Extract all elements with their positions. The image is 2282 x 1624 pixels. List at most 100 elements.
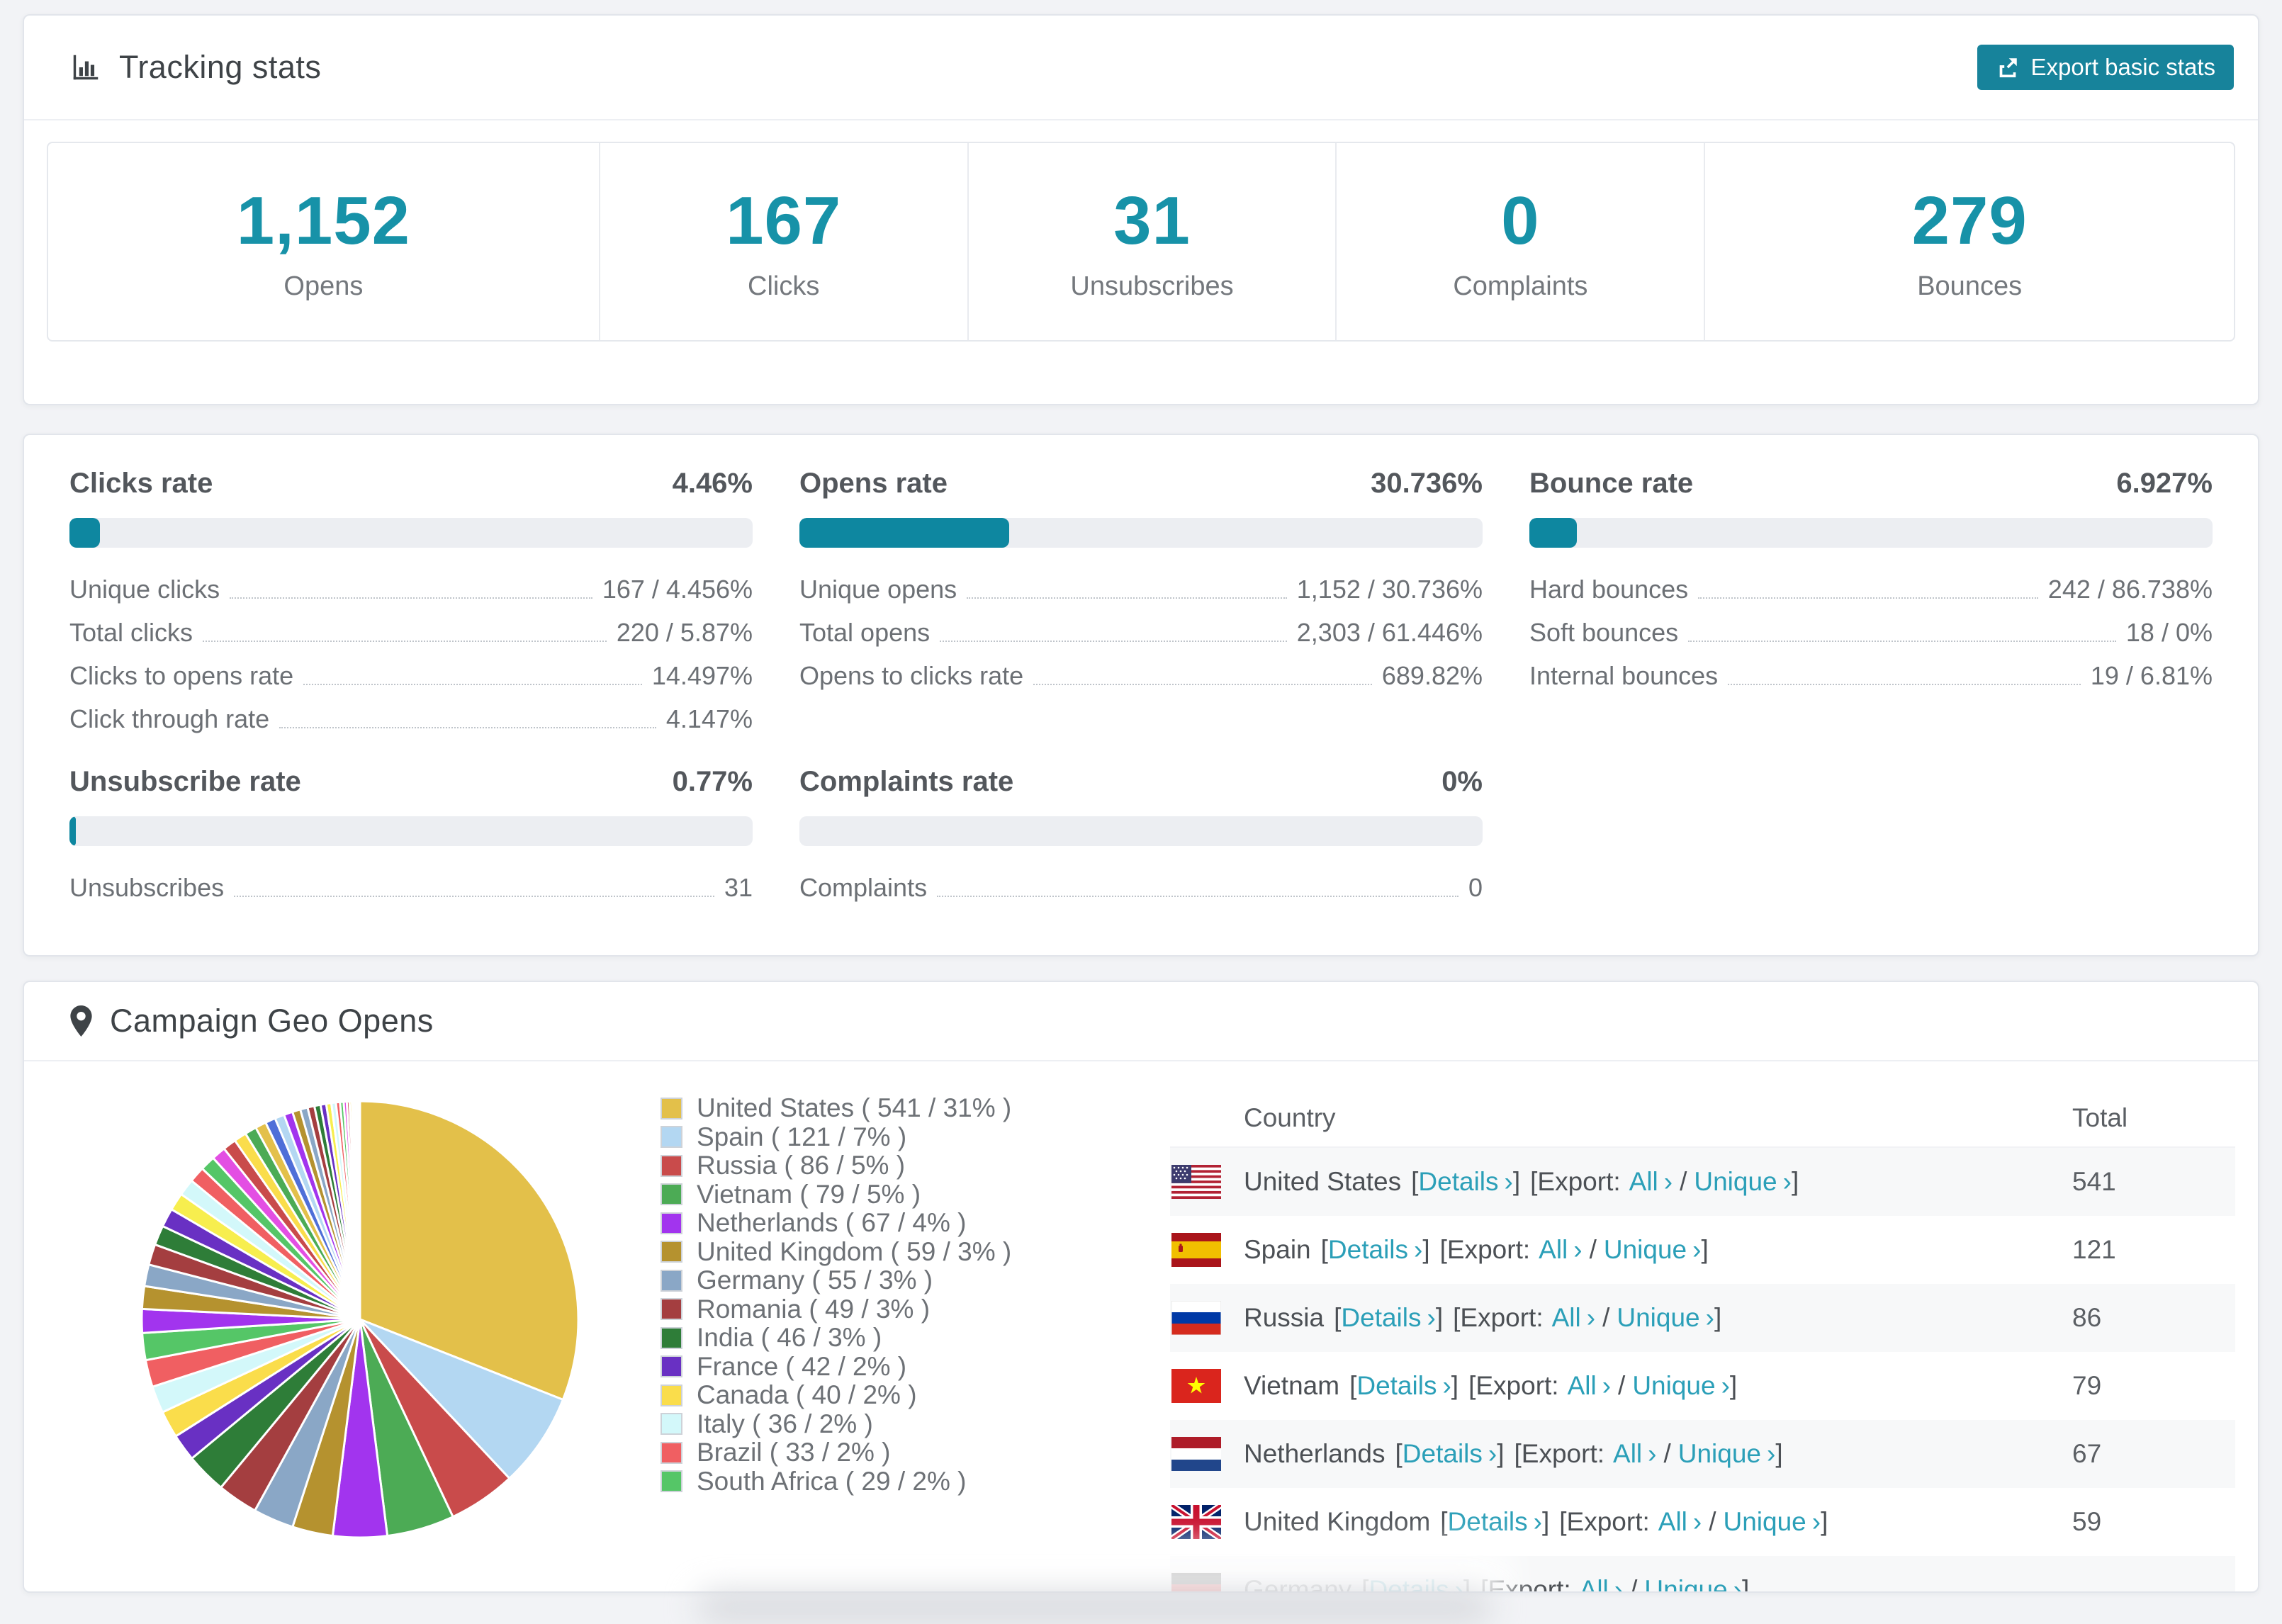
legend-item: Romania ( 49 / 3% ): [661, 1295, 1011, 1324]
details-link[interactable]: Details: [1341, 1303, 1421, 1332]
opens-rate-progress-bar: [799, 518, 1483, 548]
legend-swatch: [661, 1355, 682, 1378]
germany-flag-icon: [1171, 1573, 1221, 1591]
legend-swatch: [661, 1384, 682, 1406]
details-link[interactable]: Details: [1368, 1575, 1449, 1591]
complaints-label: Complaints: [1453, 271, 1588, 301]
details-link[interactable]: Details: [1418, 1167, 1498, 1196]
export-icon: [1996, 55, 2020, 79]
geo-opens-pie-chart[interactable]: [139, 1098, 581, 1540]
export-all-link[interactable]: All: [1552, 1303, 1581, 1332]
rates-card: Clicks rate 4.46% Unique clicks 167 / 4.4…: [23, 434, 2259, 957]
export-unique-link[interactable]: Unique: [1604, 1235, 1687, 1264]
legend-item: United Kingdom ( 59 / 3% ): [661, 1237, 1011, 1267]
legend-swatch: [661, 1212, 682, 1234]
table-row: Vietnam [Details ›] [Export: All › / Unique ›] 7…: [1170, 1352, 2235, 1420]
table-row: United Kingdom [Details ›] [Export: All › / Uni…: [1170, 1488, 2235, 1556]
export-basic-stats-button[interactable]: Export basic stats: [1977, 45, 2234, 90]
stat-box-unsubscribes: 31 Unsubscribes: [967, 143, 1336, 340]
geo-header: Campaign Geo Opens: [24, 982, 2258, 1061]
stat-row: Complaints 0: [799, 873, 1483, 902]
stat-box-opens: 1,152 Opens: [48, 143, 599, 340]
clicks-label: Clicks: [748, 271, 820, 301]
opens-rate-section: Opens rate 30.736% Unique opens 1,152 / 3…: [799, 468, 1483, 735]
export-unique-link[interactable]: Unique: [1617, 1303, 1699, 1332]
legend-item: United States ( 541 / 31% ): [661, 1093, 1011, 1123]
export-unique-link[interactable]: Unique: [1678, 1439, 1761, 1468]
export-unique-link[interactable]: Unique: [1724, 1507, 1806, 1536]
clicks-rate-title: Clicks rate: [69, 468, 213, 499]
vietnam-flag-icon: [1171, 1369, 1221, 1403]
stat-row: Total clicks 220 / 5.87%: [69, 618, 753, 647]
legend-item: Canada ( 40 / 2% ): [661, 1380, 1011, 1410]
legend-swatch: [661, 1298, 682, 1321]
complaints-count: 0: [1501, 182, 1540, 259]
export-unique-link[interactable]: Unique: [1644, 1575, 1727, 1591]
export-unique-link[interactable]: Unique: [1632, 1371, 1715, 1400]
rates-band-2: Unsubscribe rate 0.77% Unsubscribes 31 Co…: [69, 766, 2213, 903]
export-all-link[interactable]: All: [1580, 1575, 1609, 1591]
legend-swatch: [661, 1241, 682, 1263]
stat-row: Hard bounces 242 / 86.738%: [1529, 575, 2213, 604]
table-row: Russia [Details ›] [Export: All › / Unique ›] 86: [1170, 1284, 2235, 1352]
legend-item: South Africa ( 29 / 2% ): [661, 1467, 1011, 1496]
tracking-stats-card: Tracking stats Export basic stats 1,152 …: [23, 14, 2259, 405]
stat-row: Internal bounces 19 / 6.81%: [1529, 661, 2213, 690]
page-title: Tracking stats: [119, 49, 322, 85]
details-link[interactable]: Details: [1403, 1439, 1483, 1468]
clicks-rate-section: Clicks rate 4.46% Unique clicks 167 / 4.4…: [69, 468, 753, 735]
table-row: United States [Details ›] [Export: All › / Uniq…: [1170, 1148, 2235, 1216]
bounce-rate-value: 6.927%: [2116, 468, 2213, 499]
legend-swatch: [661, 1183, 682, 1206]
blurred-footer-smudge: [698, 1591, 1492, 1624]
bounce-rate-title: Bounce rate: [1529, 468, 1694, 499]
stat-row: Unsubscribes 31: [69, 873, 753, 902]
tracking-stats-header: Tracking stats Export basic stats: [24, 16, 2258, 120]
legend-item: Vietnam ( 79 / 5% ): [661, 1180, 1011, 1209]
bounce-rate-progress-bar: [1529, 518, 2213, 548]
total-column-header: Total: [2072, 1103, 2128, 1132]
legend-swatch: [661, 1470, 682, 1493]
export-all-link[interactable]: All: [1539, 1235, 1568, 1264]
legend-swatch: [661, 1126, 682, 1149]
opens-rate-title: Opens rate: [799, 468, 948, 499]
legend-swatch: [661, 1097, 682, 1120]
unsubscribes-count: 31: [1113, 182, 1191, 259]
clicks-rate-value: 4.46%: [672, 468, 753, 499]
legend-swatch: [661, 1269, 682, 1292]
bounces-count: 279: [1911, 182, 2028, 259]
rates-band-1: Clicks rate 4.46% Unique clicks 167 / 4.4…: [69, 468, 2213, 735]
details-link[interactable]: Details: [1328, 1235, 1408, 1264]
bounces-label: Bounces: [1917, 271, 2023, 301]
details-link[interactable]: Details: [1448, 1507, 1528, 1536]
russia-flag-icon: [1171, 1301, 1221, 1335]
opens-count: 1,152: [236, 182, 410, 259]
legend-swatch: [661, 1154, 682, 1177]
export-all-link[interactable]: All: [1658, 1507, 1687, 1536]
export-all-link[interactable]: All: [1629, 1167, 1658, 1196]
legend-item: Netherlands ( 67 / 4% ): [661, 1208, 1011, 1238]
stat-row: Unique clicks 167 / 4.456%: [69, 575, 753, 604]
table-header-row: Country Total: [1170, 1090, 2235, 1148]
export-all-link[interactable]: All: [1568, 1371, 1597, 1400]
spain-flag-icon: [1171, 1233, 1221, 1267]
bounce-rate-section: Bounce rate 6.927% Hard bounces 242 / 86.…: [1529, 468, 2213, 735]
legend-item: Italy ( 36 / 2% ): [661, 1409, 1011, 1439]
stat-row: Clicks to opens rate 14.497%: [69, 661, 753, 690]
table-row: Germany [Details ›] [Export: All › / Unique ›]: [1170, 1556, 2235, 1591]
map-marker-icon: [69, 1005, 93, 1037]
details-link[interactable]: Details: [1356, 1371, 1437, 1400]
unsubscribe-rate-title: Unsubscribe rate: [69, 766, 301, 797]
stat-row: Total opens 2,303 / 61.446%: [799, 618, 1483, 647]
bar-chart-icon: [69, 51, 102, 84]
total-cell: 67: [2072, 1439, 2102, 1468]
clicks-count: 167: [726, 182, 842, 259]
netherlands-flag-icon: [1171, 1437, 1221, 1471]
complaints-rate-progress-bar: [799, 816, 1483, 846]
export-all-link[interactable]: All: [1613, 1439, 1642, 1468]
unsubscribe-rate-section: Unsubscribe rate 0.77% Unsubscribes 31: [69, 766, 753, 903]
legend-swatch: [661, 1441, 682, 1464]
legend-item: France ( 42 / 2% ): [661, 1352, 1011, 1382]
geo-title: Campaign Geo Opens: [110, 1003, 434, 1039]
export-unique-link[interactable]: Unique: [1694, 1167, 1777, 1196]
